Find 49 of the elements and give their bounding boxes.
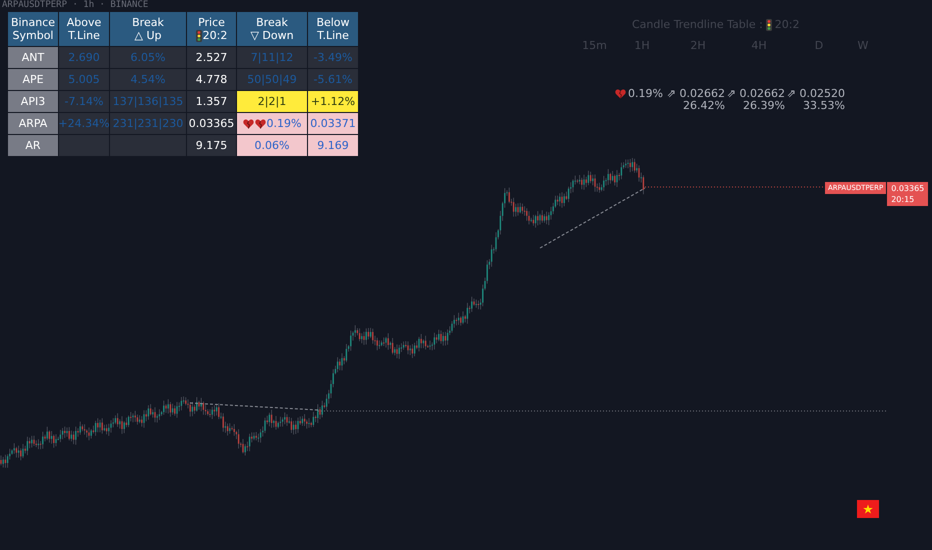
trend-value: ⇗ 0.02520 [786, 88, 845, 100]
table-cell: 5.005 [59, 69, 109, 90]
trend-value: ⇗ 0.02662 [666, 88, 725, 100]
table-cell: 50|50|49 [237, 69, 307, 90]
table-cell: -5.61% [308, 69, 358, 90]
table-cell: 2.690 [59, 47, 109, 68]
trend-value: ⇗ 0.02662 [726, 88, 785, 100]
broken-heart-icon [254, 118, 266, 128]
table-cell: 137|136|135 [110, 91, 186, 112]
table-cell: 2|2|1 [237, 91, 307, 112]
trend-change: 33.53% [803, 100, 845, 112]
trend-change: 26.42% [683, 100, 725, 112]
symbol-cell: ARPA [8, 113, 58, 134]
table-cell: 9.169 [308, 135, 358, 156]
price-tag: 0.03365 20:15 [887, 182, 928, 206]
table-cell: 2.527 [187, 47, 236, 68]
chart-title: ARPAUSDTPERP · 1h · BINANCE [2, 0, 148, 11]
column-header: Price 20:2 [187, 12, 236, 46]
trend-change: 26.39% [743, 100, 785, 112]
table-cell: 231|231|230 [110, 113, 186, 134]
symbol-cell: API3 [8, 91, 58, 112]
traffic-light-icon [766, 18, 772, 30]
symbol-cell: AR [8, 135, 58, 156]
symbol-cell: APE [8, 69, 58, 90]
column-header: Above T.Line [59, 12, 109, 46]
column-header: Binance Symbol [8, 12, 58, 46]
table-cell: 4.778 [187, 69, 236, 90]
table-cell: 7|11|12 [237, 47, 307, 68]
symbol-cell: ANT [8, 47, 58, 68]
table-cell: -3.49% [308, 47, 358, 68]
column-header: Break △ Up [110, 12, 186, 46]
trend-value: 0.19% [615, 88, 663, 100]
column-header: Below T.Line [308, 12, 358, 46]
table-cell: +1.12% [308, 91, 358, 112]
table-cell: 0.06% [237, 135, 307, 156]
traffic-light-icon [196, 30, 202, 42]
table-cell: 0.19% [237, 113, 307, 134]
table-cell: +24.34% [59, 113, 109, 134]
column-header: Break ▽ Down [237, 12, 307, 46]
table-cell: 1.357 [187, 91, 236, 112]
table-cell: 9.175 [187, 135, 236, 156]
flag-icon [857, 500, 879, 518]
broken-heart-icon [615, 89, 626, 99]
table-cell: 6.05% [110, 47, 186, 68]
broken-heart-icon [242, 118, 254, 128]
table-cell: 0.03371 [308, 113, 358, 134]
table-cell: 0.03365 [187, 113, 236, 134]
table-cell: -7.14% [59, 91, 109, 112]
table-cell: 4.54% [110, 69, 186, 90]
